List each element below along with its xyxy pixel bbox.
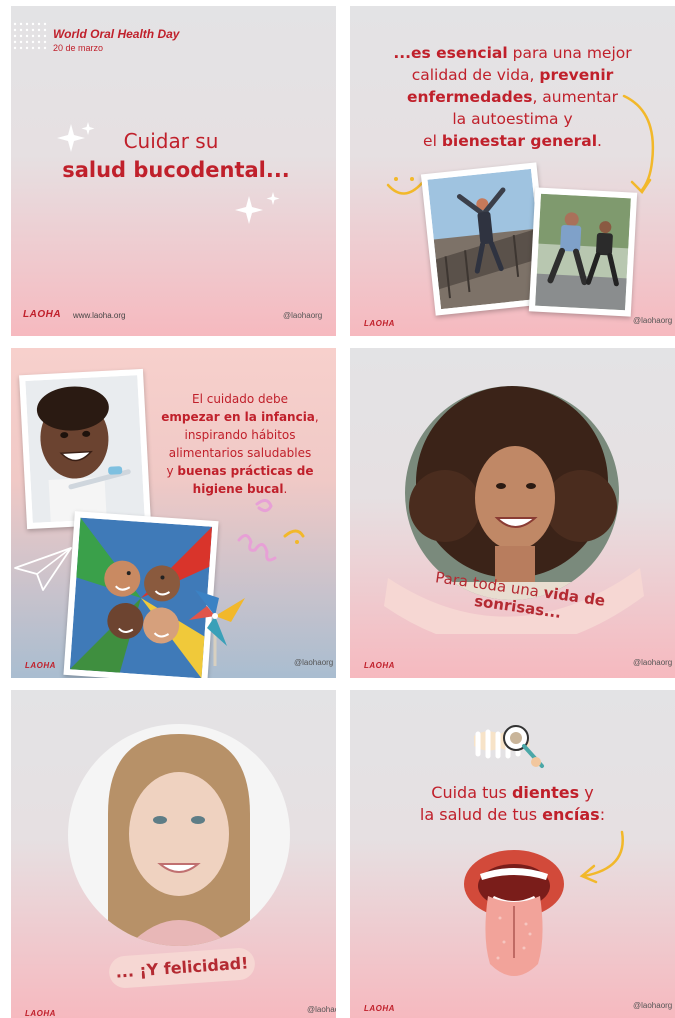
paper-plane-icon [14,547,72,591]
headline-line2: salud bucodental... [62,158,290,182]
photo-exercising-couple [528,187,638,317]
post-card-3[interactable]: El cuidado debe empezar en la infancia, … [11,348,336,678]
pinwheel-icon [189,590,245,666]
text-emphasis: enfermedades [406,88,533,106]
dot-pattern-decoration [13,22,47,50]
card3-message: El cuidado debe empezar en la infancia, … [151,390,329,498]
social-handle: @laohaorg [283,311,323,320]
photo-image [535,193,631,311]
sparkle-icon [235,192,280,224]
teeth-magnifier-icon [474,725,544,768]
social-handle: @laohaorg [633,316,673,325]
text: y [166,464,178,478]
photo-image [427,168,545,310]
text-emphasis: bienestar general [441,132,598,150]
text-emphasis: prevenir [539,66,614,84]
laoha-logo: LAOHA [364,1004,395,1013]
laoha-logo: LAOHA [25,661,56,670]
post-card-4[interactable]: Para toda una vida de sonrisas... LAOHA … [350,348,675,678]
card6-message: Cuida tus dientes y la salud de tus encí… [350,782,675,826]
event-title: World Oral Health Day [53,27,180,41]
text-emphasis: empezar en la infancia [161,410,315,424]
laoha-logo: LAOHA [25,1009,56,1018]
social-handle: @laohaorg [633,1001,673,1010]
laoha-logo: LAOHA [364,661,395,670]
squiggle-doodle-icon [237,499,305,562]
text-emphasis: dientes [511,783,580,802]
text-emphasis: buenas prácticas de [177,464,314,478]
post-card-2[interactable]: ...es esencial para una mejor calidad de… [350,6,675,336]
website-link[interactable]: www.laoha.org [73,311,125,320]
photo-image [68,724,290,946]
post-card-5[interactable]: ... ¡Y felicidad! LAOHA @laohao [11,690,336,1018]
laoha-logo: LAOHA [23,309,62,320]
post-card-1[interactable]: World Oral Health Day 20 de marzo Cuidar… [11,6,336,336]
text: y [579,783,594,802]
mouth-tongue-illustration [464,850,564,976]
event-date: 20 de marzo [53,43,104,53]
text: . [283,482,288,496]
text: el [423,132,442,150]
ribbon-text: ... ¡Y felicidad! [108,946,256,990]
text: , [314,410,319,424]
text-emphasis: higiene bucal [192,482,284,496]
text: , aumentar [532,88,619,106]
text: inspirando hábitos [184,428,296,442]
text: El cuidado debe [191,392,288,406]
arrow-doodle-icon [579,830,624,884]
text: alimentarios saludables [168,446,312,460]
text: calidad de vida, [411,66,535,84]
post-card-6[interactable]: Cuida tus dientes y la salud de tus encí… [350,690,675,1018]
text: : [599,805,606,824]
text-emphasis: encías [542,805,600,824]
photo-image [25,375,145,523]
text-emphasis: ...es esencial [393,44,508,62]
laoha-logo: LAOHA [364,319,395,328]
text: Cuida tus [431,783,512,802]
photo-child-brushing [19,368,151,530]
sparkle-icon [57,122,95,152]
arrow-doodle-icon [622,94,655,194]
social-handle: @laohaorg [633,658,673,667]
text: la salud de tus [419,805,543,824]
social-handle: @laohao [307,1005,336,1014]
text: para una mejor [507,44,632,62]
social-handle: @laohaorg [294,658,334,667]
headline-line1: Cuidar su [123,129,219,153]
portrait-smiling-girl [68,724,290,946]
text: . [597,132,602,150]
